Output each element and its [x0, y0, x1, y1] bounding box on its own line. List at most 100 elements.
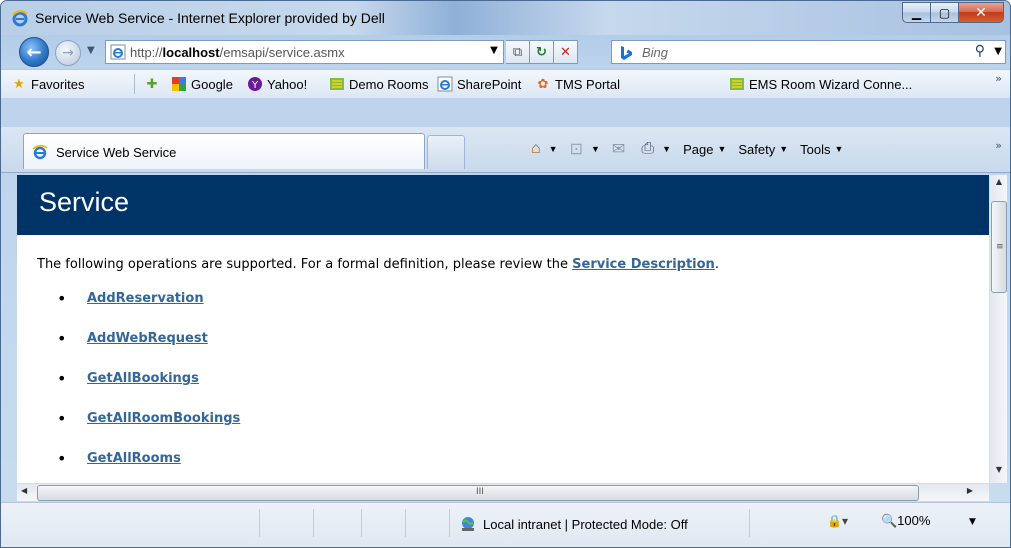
status-divider: [405, 509, 406, 537]
maximize-button[interactable]: ▢: [930, 2, 958, 23]
window-title: Service Web Service - Internet Explorer …: [35, 10, 385, 26]
operation-link-addreservation[interactable]: AddReservation: [87, 291, 204, 306]
favorite-link-yahoo[interactable]: Y Yahoo!: [247, 76, 307, 92]
chevron-down-icon: ▼: [662, 144, 672, 154]
page-content: Service The following operations are sup…: [17, 175, 989, 483]
service-description-link[interactable]: Service Description: [572, 257, 715, 272]
vertical-scrollbar[interactable]: ▲ ≡ ▼: [989, 175, 1007, 483]
commandbar-overflow-chevron-icon[interactable]: »: [995, 139, 1002, 152]
refresh-icon: ↻: [536, 44, 547, 60]
tools-menu[interactable]: Tools ▼: [800, 142, 843, 157]
zone-text: Local intranet | Protected Mode: Off: [483, 516, 688, 532]
horizontal-scrollbar[interactable]: ◀ III ▶: [17, 483, 989, 501]
address-tools: ⧉ ↻ ✕: [506, 40, 578, 64]
safety-menu[interactable]: Safety ▼: [738, 142, 788, 157]
minimize-button[interactable]: ▁: [902, 2, 930, 23]
security-zone[interactable]: Local intranet | Protected Mode: Off: [459, 515, 688, 533]
google-icon: [171, 76, 187, 92]
minimize-icon: ▁: [911, 5, 922, 20]
favorites-bar: ★ Favorites ✚ Google Y Yahoo! Demo Rooms S…: [1, 69, 1010, 98]
tools-menu-label: Tools: [800, 141, 831, 157]
operation-link-getallroombookings[interactable]: GetAllRoomBookings: [87, 411, 240, 426]
stop-button[interactable]: ✕: [554, 40, 578, 64]
search-button[interactable]: ⚲: [975, 43, 985, 59]
tab-row: Service Web Service ⌂ ▼ ⊡ ▼ ✉ ⎙ ▼ Page ▼ Saf…: [1, 127, 1010, 173]
address-bar[interactable]: http://localhost/emsapi/service.asmx ▼: [105, 40, 504, 64]
home-icon: ⌂: [531, 140, 541, 157]
horizontal-scroll-thumb[interactable]: III: [37, 485, 919, 501]
chevron-down-icon: ▼: [779, 144, 789, 154]
read-mail-button[interactable]: ✉: [612, 139, 629, 159]
search-options-dropdown[interactable]: ▼: [994, 46, 1002, 57]
status-divider: [749, 509, 750, 537]
status-divider: [259, 509, 260, 537]
vertical-scroll-thumb[interactable]: ≡: [991, 201, 1007, 293]
back-arrow-icon: ←: [26, 41, 42, 63]
scroll-down-button[interactable]: ▼: [990, 465, 1008, 479]
favorites-button[interactable]: ★ Favorites: [11, 76, 84, 92]
compatibility-view-button[interactable]: ⧉: [506, 40, 530, 64]
forward-button[interactable]: →: [55, 40, 81, 66]
feeds-button[interactable]: ⊡ ▼: [570, 139, 600, 159]
home-button[interactable]: ⌂ ▼: [531, 140, 558, 158]
status-divider: [313, 509, 314, 537]
ems-icon: [729, 76, 745, 92]
new-tab-button[interactable]: [427, 135, 465, 169]
operation-link-getallbookings[interactable]: GetAllBookings: [87, 371, 199, 386]
chevron-down-icon: ▼: [87, 45, 95, 56]
favorite-link-sharepoint[interactable]: SharePoint: [437, 76, 521, 92]
intro-paragraph: The following operations are supported. …: [37, 257, 719, 272]
printer-icon: ⎙: [641, 140, 655, 157]
rss-feed-icon: ⊡: [569, 141, 583, 158]
title-bar: Service Web Service - Internet Explorer …: [1, 1, 1010, 35]
address-dropdown-button[interactable]: ▼: [487, 45, 501, 56]
favorites-separator: [134, 74, 135, 94]
tms-flower-icon: ✿: [537, 76, 549, 91]
refresh-button[interactable]: ↻: [530, 40, 554, 64]
intro-text: The following operations are supported. …: [37, 257, 569, 272]
status-divider: [361, 509, 362, 537]
page-menu-label: Page: [683, 141, 714, 157]
favorite-label: SharePoint: [457, 76, 522, 92]
protected-mode-icon[interactable]: 🔒▾: [827, 514, 848, 528]
operation-link-addwebrequest[interactable]: AddWebRequest: [87, 331, 208, 346]
add-to-favorites-bar-button[interactable]: ✚: [144, 76, 164, 92]
favorite-link-google[interactable]: Google: [171, 76, 233, 92]
intranet-globe-icon: [462, 517, 474, 531]
close-button[interactable]: ✕: [958, 2, 1004, 23]
add-favorite-icon: ✚: [146, 76, 158, 91]
navigation-bar: ← → ▼ http://localhost/emsapi/service.as…: [1, 35, 1010, 69]
recent-pages-dropdown[interactable]: ▼: [87, 45, 99, 59]
page-menu[interactable]: Page ▼: [683, 142, 726, 157]
scroll-up-button[interactable]: ▲: [990, 177, 1008, 191]
favorite-label: Demo Rooms: [349, 76, 429, 92]
scroll-right-button[interactable]: ▶: [967, 486, 973, 495]
favorite-link-tms-portal[interactable]: ✿ TMS Portal: [535, 76, 620, 92]
url-path: /emsapi/service.asmx: [219, 45, 345, 60]
chevron-down-icon: ▼: [591, 144, 600, 154]
scroll-left-button[interactable]: ◀: [21, 486, 27, 495]
favorite-label: EMS Room Wizard Conne...: [749, 76, 913, 92]
search-box[interactable]: Bing ⚲ ▼: [611, 40, 1006, 64]
favorite-link-demo-rooms[interactable]: Demo Rooms: [329, 76, 428, 92]
grip-icon: III: [476, 487, 484, 497]
yahoo-icon: Y: [247, 76, 263, 92]
page-heading-banner: Service: [17, 175, 989, 235]
favorite-link-ems-room-wizard[interactable]: EMS Room Wizard Conne...: [729, 76, 912, 92]
safety-menu-label: Safety: [738, 141, 776, 157]
tab-service-web-service[interactable]: Service Web Service: [23, 133, 425, 169]
back-button[interactable]: ←: [19, 37, 49, 67]
favorite-label: Yahoo!: [267, 76, 308, 92]
operation-link-getallrooms[interactable]: GetAllRooms: [87, 451, 181, 466]
mail-icon: ✉: [611, 141, 626, 158]
favorites-overflow-chevron-icon[interactable]: »: [995, 72, 1002, 85]
zoom-level[interactable]: 🔍100%: [881, 513, 930, 529]
print-button[interactable]: ⎙ ▼: [641, 140, 671, 158]
star-icon: ★: [13, 76, 25, 91]
url-host: localhost: [162, 45, 220, 60]
url-text: http://localhost/emsapi/service.asmx: [130, 45, 345, 60]
svg-text:Y: Y: [251, 80, 259, 91]
zoom-dropdown-chevron-icon[interactable]: ▼: [969, 517, 976, 527]
search-placeholder: Bing: [642, 45, 669, 60]
favorite-label: TMS Portal: [555, 76, 621, 92]
